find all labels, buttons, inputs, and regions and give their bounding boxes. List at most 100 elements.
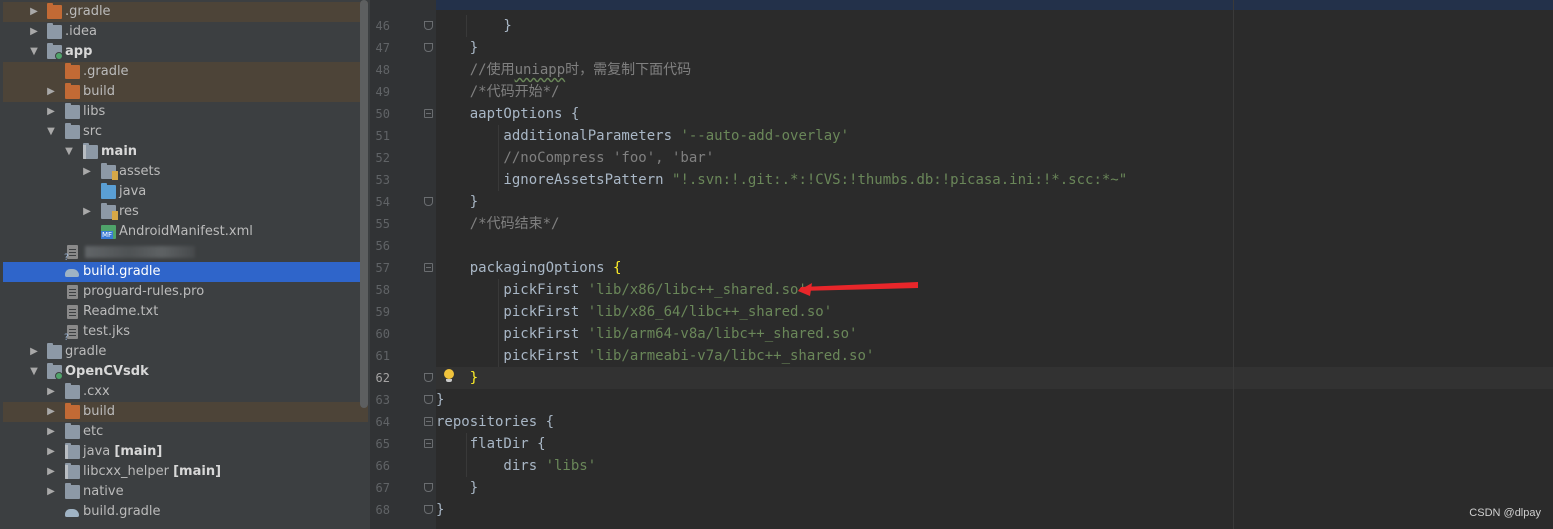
tree-item-suffix: [main] bbox=[114, 444, 163, 459]
tree-item-libs[interactable]: ▶ libs bbox=[3, 102, 368, 122]
resource-folder-icon bbox=[101, 163, 118, 180]
tree-item-java[interactable]: java bbox=[3, 182, 368, 202]
chevron-right-icon[interactable]: ▶ bbox=[46, 406, 56, 418]
tree-item-label: build bbox=[83, 404, 115, 419]
tree-scrollbar[interactable] bbox=[360, 0, 368, 408]
module-folder-icon bbox=[47, 363, 63, 380]
chevron-right-icon[interactable]: ▶ bbox=[46, 466, 56, 478]
source-set-folder-icon bbox=[65, 463, 80, 479]
tree-item-proguard[interactable]: proguard-rules.pro bbox=[3, 282, 368, 302]
tree-item-android-manifest[interactable]: AndroidManifest.xml bbox=[3, 222, 368, 242]
chevron-right-icon[interactable]: ▶ bbox=[46, 106, 56, 118]
folder-icon bbox=[65, 423, 80, 439]
tree-item-label: assets bbox=[119, 164, 161, 179]
manifest-icon bbox=[101, 225, 116, 239]
tree-item-native[interactable]: ▶ native bbox=[3, 482, 368, 502]
tree-item-label: .gradle bbox=[65, 4, 111, 19]
tree-item-label: main bbox=[101, 144, 138, 159]
tree-item-app-gradle-dir[interactable]: .gradle bbox=[3, 62, 368, 82]
tree-item-opencv-java[interactable]: ▶ java [main] bbox=[3, 442, 368, 462]
annotation-arrow bbox=[798, 282, 918, 296]
chevron-right-icon[interactable]: ▶ bbox=[46, 86, 56, 98]
tree-item-label: OpenCVsdk bbox=[65, 364, 149, 379]
source-set-folder-icon bbox=[83, 143, 98, 159]
module-folder-icon bbox=[47, 43, 63, 60]
excluded-folder-icon bbox=[65, 83, 80, 99]
chevron-right-icon[interactable]: ▶ bbox=[82, 166, 92, 178]
excluded-folder-icon bbox=[65, 403, 80, 419]
tree-item-label: res bbox=[119, 204, 139, 219]
tree-item-label: .cxx bbox=[83, 384, 110, 399]
tree-item-libcxx-helper[interactable]: ▶ libcxx_helper [main] bbox=[3, 462, 368, 482]
tree-item-etc[interactable]: ▶ etc bbox=[3, 422, 368, 442]
tree-item-label: .gradle bbox=[83, 64, 129, 79]
chevron-right-icon[interactable]: ▶ bbox=[29, 6, 39, 18]
tree-item-res[interactable]: ▶ res bbox=[3, 202, 368, 222]
tree-item-assets[interactable]: ▶ assets bbox=[3, 162, 368, 182]
folder-icon bbox=[47, 343, 62, 359]
watermark: CSDN @dlpay bbox=[1469, 507, 1541, 519]
chevron-right-icon[interactable]: ▶ bbox=[29, 346, 39, 358]
chevron-right-icon[interactable]: ▶ bbox=[46, 486, 56, 498]
tree-item-label: test.jks bbox=[83, 324, 131, 339]
chevron-right-icon[interactable]: ▶ bbox=[82, 206, 92, 218]
tree-item-label: libcxx_helper bbox=[83, 464, 169, 479]
chevron-down-icon[interactable]: ▼ bbox=[46, 126, 56, 138]
chevron-down-icon[interactable]: ▼ bbox=[64, 146, 74, 158]
chevron-right-icon[interactable]: ▶ bbox=[46, 446, 56, 458]
folder-icon bbox=[65, 483, 80, 499]
chevron-right-icon[interactable]: ▶ bbox=[46, 386, 56, 398]
unknown-file-icon bbox=[64, 245, 78, 263]
folder-icon bbox=[65, 103, 80, 119]
folder-icon bbox=[47, 23, 62, 39]
tree-item-label: .idea bbox=[65, 24, 97, 39]
tree-item-app[interactable]: ▼ app bbox=[3, 42, 368, 62]
tree-item-redacted[interactable] bbox=[3, 242, 368, 263]
tree-item-label: libs bbox=[83, 104, 106, 119]
tree-item-label: native bbox=[83, 484, 124, 499]
ide-window: ▶ .gradle ▶ .idea ▼ app .gradle ▶ build … bbox=[0, 0, 1553, 529]
folder-icon bbox=[65, 383, 80, 399]
tree-item-label: java bbox=[119, 184, 147, 199]
tree-item-app-build[interactable]: ▶ build bbox=[3, 82, 368, 102]
folder-icon bbox=[65, 123, 80, 139]
text-file-icon bbox=[67, 305, 78, 319]
tree-item-label: src bbox=[83, 124, 102, 139]
tree-item-label: etc bbox=[83, 424, 104, 439]
tree-item-gradle-dir[interactable]: ▶ .gradle bbox=[3, 2, 368, 22]
gradle-elephant-icon bbox=[65, 265, 80, 279]
tree-item-idea[interactable]: ▶ .idea bbox=[3, 22, 368, 42]
source-folder-icon bbox=[101, 183, 116, 199]
text-file-icon bbox=[67, 285, 78, 299]
tree-item-app-build-gradle[interactable]: build.gradle bbox=[3, 262, 368, 282]
gradle-elephant-icon bbox=[65, 505, 80, 519]
tree-item-opencvsdk[interactable]: ▼ OpenCVsdk bbox=[3, 362, 368, 382]
tree-item-label: build bbox=[83, 84, 115, 99]
chevron-down-icon[interactable]: ▼ bbox=[29, 366, 39, 378]
tree-item-src[interactable]: ▼ src bbox=[3, 122, 368, 142]
tree-item-label: Readme.txt bbox=[83, 304, 159, 319]
tree-item-readme[interactable]: Readme.txt bbox=[3, 302, 368, 322]
redacted-filename bbox=[85, 246, 195, 258]
code-editor[interactable]: 46 47 48 49 50 51 52 53 54 55 56 57 58 59 60 61 62 63 64 65… bbox=[370, 0, 1553, 529]
project-tree: ▶ .gradle ▶ .idea ▼ app .gradle ▶ build … bbox=[0, 0, 370, 529]
tree-item-label: proguard-rules.pro bbox=[83, 284, 205, 299]
tree-item-test-jks[interactable]: test.jks bbox=[3, 322, 368, 343]
tree-item-opencv-build[interactable]: ▶ build bbox=[3, 402, 368, 422]
resource-folder-icon bbox=[101, 203, 118, 220]
tree-item-label: AndroidManifest.xml bbox=[119, 224, 253, 239]
tree-item-label: build.gradle bbox=[83, 504, 161, 519]
tree-item-opencv-build-gradle[interactable]: build.gradle bbox=[3, 502, 368, 522]
tree-item-main[interactable]: ▼ main bbox=[3, 142, 368, 162]
tree-item-cxx[interactable]: ▶ .cxx bbox=[3, 382, 368, 402]
tree-item-suffix: [main] bbox=[173, 464, 222, 479]
chevron-down-icon[interactable]: ▼ bbox=[29, 46, 39, 58]
tree-item-gradle[interactable]: ▶ gradle bbox=[3, 342, 368, 362]
excluded-folder-icon bbox=[65, 63, 80, 79]
tree-item-label: app bbox=[65, 44, 93, 59]
tree-item-label: build.gradle bbox=[83, 264, 161, 279]
tree-item-label: gradle bbox=[65, 344, 107, 359]
excluded-folder-icon bbox=[47, 3, 62, 19]
chevron-right-icon[interactable]: ▶ bbox=[29, 26, 39, 38]
chevron-right-icon[interactable]: ▶ bbox=[46, 426, 56, 438]
